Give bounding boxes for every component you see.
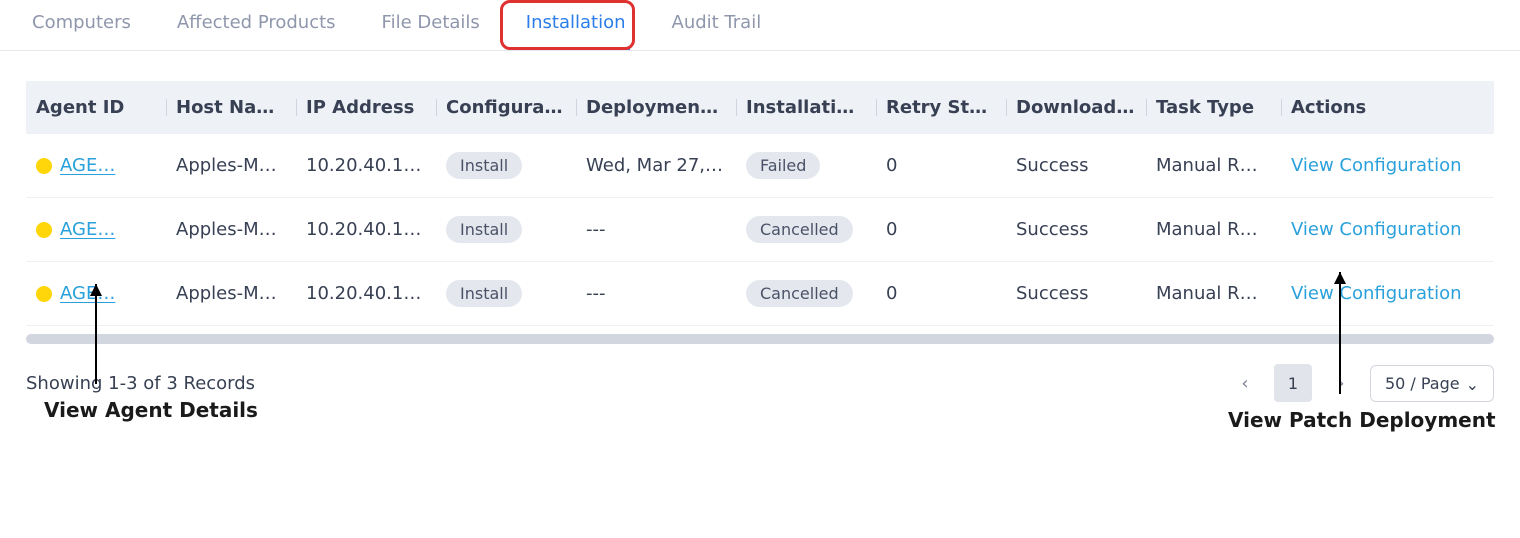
annotation-arrow-right-icon (1330, 272, 1350, 402)
col-ip-address[interactable]: IP Address (296, 81, 436, 134)
tabs-bar: Computers Affected Products File Details… (0, 0, 1520, 51)
tab-installation[interactable]: Installation (522, 12, 630, 50)
tab-computers[interactable]: Computers (28, 12, 135, 50)
cell-deploy: Wed, Mar 27, … (576, 134, 736, 198)
page-size-label: 50 / Page (1385, 374, 1460, 393)
annotation-text-left: View Agent Details (44, 398, 258, 422)
col-installation[interactable]: Installatio… (736, 81, 876, 134)
table-row: AGE… Apples-M… 10.20.40.147 Install Wed,… (26, 134, 1494, 198)
annotation-layer: View Agent Details View Patch Deployment (0, 402, 1520, 522)
horizontal-scrollbar[interactable] (26, 334, 1494, 344)
table-row: AGE… Apples-M… 10.20.40.147 Install --- … (26, 262, 1494, 326)
chevron-down-icon: ⌄ (1466, 375, 1479, 394)
cell-ip: 10.20.40.147 (296, 198, 436, 262)
col-host-name[interactable]: Host Name (166, 81, 296, 134)
page-number-current[interactable]: 1 (1274, 364, 1312, 402)
cell-deploy: --- (576, 198, 736, 262)
cell-download: Success (1006, 262, 1146, 326)
cell-host: Apples-M… (166, 198, 296, 262)
page-size-select[interactable]: 50 / Page ⌄ (1370, 365, 1494, 402)
cell-deploy: --- (576, 262, 736, 326)
cell-ip: 10.20.40.147 (296, 262, 436, 326)
col-download[interactable]: Download… (1006, 81, 1146, 134)
install-pill: Cancelled (746, 280, 853, 307)
installation-table-container: Agent ID Host Name IP Address Configura…… (26, 81, 1494, 326)
tab-file-details[interactable]: File Details (378, 12, 484, 50)
records-count-label: Showing 1-3 of 3 Records (26, 373, 255, 394)
view-configuration-link[interactable]: View Configuration (1291, 155, 1462, 176)
table-row: AGE… Apples-M… 10.20.40.147 Install --- … (26, 198, 1494, 262)
agent-id-link[interactable]: AGE… (60, 219, 115, 240)
status-dot-icon (36, 222, 52, 238)
install-pill: Failed (746, 152, 820, 179)
cell-download: Success (1006, 198, 1146, 262)
installation-table: Agent ID Host Name IP Address Configura…… (26, 81, 1494, 326)
cell-retry: 0 (876, 198, 1006, 262)
col-actions[interactable]: Actions (1281, 81, 1494, 134)
col-configuration[interactable]: Configura… (436, 81, 576, 134)
install-pill: Cancelled (746, 216, 853, 243)
chevron-left-icon: ‹ (1241, 373, 1248, 394)
col-retry-status[interactable]: Retry Stat… (876, 81, 1006, 134)
tab-affected-products[interactable]: Affected Products (173, 12, 340, 50)
tab-audit-trail[interactable]: Audit Trail (668, 12, 766, 50)
cell-task: Manual R… (1146, 198, 1281, 262)
cell-download: Success (1006, 134, 1146, 198)
cell-task: Manual R… (1146, 134, 1281, 198)
cell-host: Apples-M… (166, 262, 296, 326)
status-dot-icon (36, 286, 52, 302)
config-pill: Install (446, 216, 522, 243)
col-deployment[interactable]: Deployment … (576, 81, 736, 134)
table-header-row: Agent ID Host Name IP Address Configura…… (26, 81, 1494, 134)
prev-page-button[interactable]: ‹ (1228, 366, 1262, 400)
annotation-text-right: View Patch Deployment (1228, 408, 1496, 432)
agent-id-link[interactable]: AGE… (60, 155, 115, 176)
view-configuration-link[interactable]: View Configuration (1291, 219, 1462, 240)
cell-host: Apples-M… (166, 134, 296, 198)
annotation-arrow-left-icon (86, 284, 106, 396)
cell-task: Manual R… (1146, 262, 1281, 326)
col-task-type[interactable]: Task Type (1146, 81, 1281, 134)
col-agent-id[interactable]: Agent ID (26, 81, 166, 134)
cell-retry: 0 (876, 262, 1006, 326)
view-configuration-link[interactable]: View Configuration (1291, 283, 1462, 304)
pagination-bar: Showing 1-3 of 3 Records ‹ 1 › 50 / Page… (26, 364, 1494, 402)
config-pill: Install (446, 152, 522, 179)
status-dot-icon (36, 158, 52, 174)
cell-retry: 0 (876, 134, 1006, 198)
cell-ip: 10.20.40.147 (296, 134, 436, 198)
config-pill: Install (446, 280, 522, 307)
